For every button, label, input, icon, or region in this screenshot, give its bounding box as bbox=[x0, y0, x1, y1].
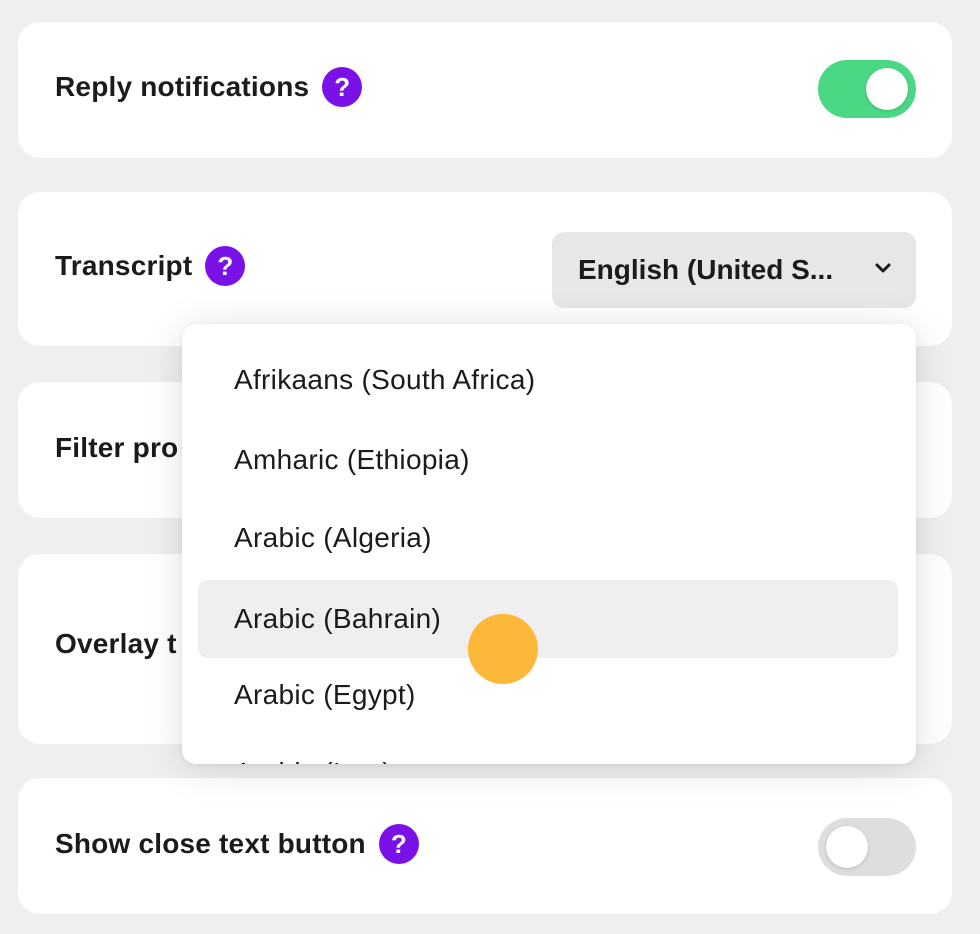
reply-notifications-card: Reply notifications ? bbox=[18, 22, 952, 158]
toggle-knob bbox=[866, 68, 908, 110]
dropdown-option[interactable]: Arabic (Algeria) bbox=[198, 499, 898, 577]
filter-profanity-label: Filter pro bbox=[55, 432, 179, 463]
overlay-text-row: Overlay t bbox=[55, 628, 177, 660]
cursor-indicator bbox=[468, 614, 538, 684]
transcript-language-select[interactable]: English (United S... bbox=[552, 232, 916, 308]
show-close-text-button-toggle[interactable] bbox=[818, 818, 916, 876]
transcript-label: Transcript bbox=[55, 250, 193, 281]
transcript-row: Transcript ? bbox=[55, 246, 246, 286]
filter-profanity-row: Filter pro bbox=[55, 432, 178, 464]
reply-notifications-toggle[interactable] bbox=[818, 60, 916, 118]
overlay-text-label: Overlay t bbox=[55, 628, 177, 659]
toggle-knob bbox=[826, 826, 868, 868]
show-close-text-button-row: Show close text button ? bbox=[55, 824, 419, 864]
dropdown-option[interactable]: Arabic (Iraq) bbox=[198, 734, 898, 764]
reply-notifications-row: Reply notifications ? bbox=[55, 67, 363, 107]
reply-notifications-label: Reply notifications bbox=[55, 71, 310, 102]
transcript-card: Transcript ? English (United S... bbox=[18, 192, 952, 346]
dropdown-option[interactable]: Arabic (Egypt) bbox=[198, 656, 898, 734]
help-icon[interactable]: ? bbox=[205, 246, 246, 286]
language-dropdown-menu: Afrikaans (South Africa) Amharic (Ethiop… bbox=[182, 324, 916, 764]
chevron-down-icon bbox=[875, 263, 891, 273]
help-icon[interactable]: ? bbox=[378, 824, 419, 864]
help-icon[interactable]: ? bbox=[322, 67, 363, 107]
dropdown-option-hovered[interactable]: Arabic (Bahrain) bbox=[198, 580, 898, 658]
dropdown-option[interactable]: Amharic (Ethiopia) bbox=[198, 421, 898, 499]
show-close-text-button-label: Show close text button bbox=[55, 828, 366, 859]
show-close-text-button-card: Show close text button ? bbox=[18, 778, 952, 914]
transcript-selected-value: English (United S... bbox=[578, 254, 834, 285]
dropdown-option[interactable]: Afrikaans (South Africa) bbox=[198, 341, 898, 419]
